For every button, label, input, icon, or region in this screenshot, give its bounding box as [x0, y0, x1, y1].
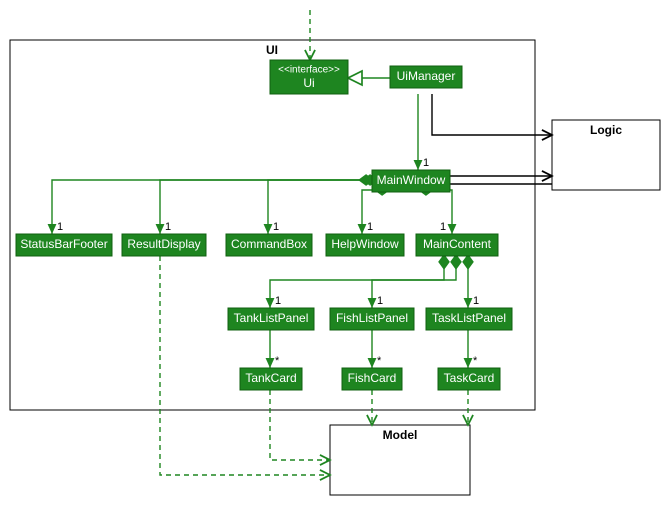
- mult-fishlist-fishcard: *: [377, 355, 382, 367]
- node-maincontent: MainContent: [416, 234, 498, 256]
- node-fishcard-name: FishCard: [348, 371, 397, 385]
- node-tankcard: TankCard: [240, 368, 302, 390]
- node-fishlistpanel: FishListPanel: [330, 308, 414, 330]
- edge-mc-tanklist: [270, 256, 444, 308]
- mult-mw-statusbar: 1: [57, 221, 63, 233]
- node-taskcard: TaskCard: [438, 368, 500, 390]
- node-tasklist-name: TaskListPanel: [432, 311, 506, 325]
- mult-tasklist-taskcard: *: [473, 355, 478, 367]
- node-statusbar-name: StatusBarFooter: [20, 237, 107, 251]
- node-ui-interface: <<interface>> Ui: [270, 60, 348, 94]
- mult-mc-fishlist: 1: [377, 295, 383, 307]
- package-model-label: Model: [383, 428, 418, 442]
- uml-diagram: UI Logic Model 1 1 1 1 1 1 1 1 1 *: [0, 0, 672, 505]
- mult-uimanager-mainwindow: 1: [423, 157, 429, 169]
- node-mainwindow: MainWindow: [372, 170, 450, 192]
- node-resultdisplay-name: ResultDisplay: [127, 237, 200, 251]
- package-logic: Logic: [552, 120, 660, 190]
- mult-mw-resultdisplay: 1: [165, 221, 171, 233]
- node-uimanager-name: UiManager: [397, 69, 456, 83]
- node-statusbarfooter: StatusBarFooter: [16, 234, 112, 256]
- node-tanklist-name: TankListPanel: [234, 311, 309, 325]
- node-resultdisplay: ResultDisplay: [122, 234, 206, 256]
- node-ui-stereo: <<interface>>: [278, 65, 340, 76]
- node-uimanager: UiManager: [390, 66, 462, 88]
- node-fishlist-name: FishListPanel: [336, 311, 408, 325]
- node-tanklistpanel: TankListPanel: [228, 308, 314, 330]
- node-taskcard-name: TaskCard: [444, 371, 495, 385]
- edge-mw-statusbar: [52, 180, 372, 234]
- edge-uimanager-to-logic: [432, 94, 552, 135]
- node-helpwindow-name: HelpWindow: [331, 237, 399, 251]
- edge-resultdisplay-model: [160, 256, 330, 475]
- node-tasklistpanel: TaskListPanel: [426, 308, 512, 330]
- node-maincontent-name: MainContent: [423, 237, 492, 251]
- node-tankcard-name: TankCard: [245, 371, 296, 385]
- mult-mw-maincontent: 1: [440, 221, 446, 233]
- package-ui-label: UI: [266, 43, 278, 57]
- edge-mw-maincontent: [420, 190, 452, 234]
- mult-mw-helpwindow: 1: [367, 221, 373, 233]
- package-model: Model: [330, 425, 470, 495]
- node-ui-name: Ui: [303, 76, 314, 90]
- node-commandbox-name: CommandBox: [231, 237, 307, 251]
- edge-tankcard-model: [270, 390, 330, 460]
- mult-mc-tasklist: 1: [473, 295, 479, 307]
- edge-mw-commandbox: [268, 180, 380, 234]
- package-logic-label: Logic: [590, 123, 622, 137]
- mult-mc-tanklist: 1: [275, 295, 281, 307]
- edge-mw-helpwindow: [362, 190, 388, 234]
- node-helpwindow: HelpWindow: [326, 234, 404, 256]
- mult-tanklist-tankcard: *: [275, 355, 280, 367]
- node-fishcard: FishCard: [342, 368, 402, 390]
- node-mainwindow-name: MainWindow: [377, 173, 446, 187]
- mult-mw-commandbox: 1: [273, 221, 279, 233]
- node-commandbox: CommandBox: [226, 234, 312, 256]
